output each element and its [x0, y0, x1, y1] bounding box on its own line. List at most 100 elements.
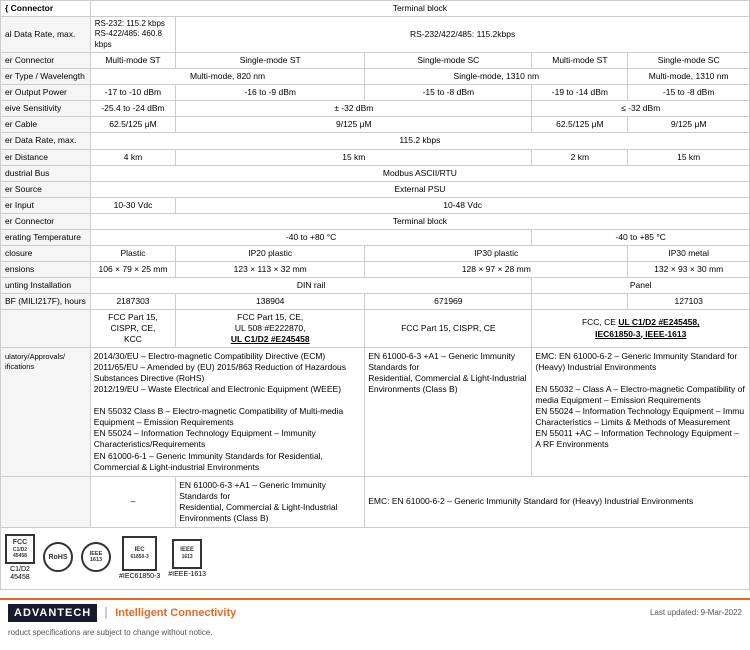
spec-table: { Connector Terminal block al Data Rate,… — [0, 0, 750, 528]
iec-logo-label: #IEC61850-3 — [119, 573, 160, 580]
cell-value: 138904 — [176, 293, 365, 309]
row-label: er Output Power — [1, 85, 91, 101]
cell-value: -16 to -9 dBm — [176, 85, 365, 101]
ieee-square-logo: IEEE 1613 #IEEE-1613 — [168, 539, 206, 578]
table-row: er Cable 62.5/125 μM 9/125 μM 62.5/125 μ… — [1, 117, 750, 133]
cell-value: 4 km — [90, 149, 175, 165]
fcc-logo: FCC C1/D2 45458 C1/D245458 — [5, 534, 35, 583]
cell-value: – — [90, 476, 175, 527]
cell-value: -40 to +85 °C — [532, 229, 750, 245]
ieee-1613-logo: IEEE 1613 — [81, 542, 111, 574]
cell-value: Terminal block — [90, 213, 749, 229]
table-row: er Type / Wavelength Multi-mode, 820 nm … — [1, 69, 750, 85]
row-label: ulatory/Approvals/ifications — [1, 348, 91, 477]
cell-value: 671969 — [365, 293, 532, 309]
cell-value: Modbus ASCII/RTU — [90, 165, 749, 181]
cell-value: 15 km — [628, 149, 750, 165]
table-row: eive Sensitivity -25.4 to -24 dBm ± -32 … — [1, 101, 750, 117]
cell-value: Panel — [532, 277, 750, 293]
cell-value: -15 to -8 dBm — [628, 85, 750, 101]
cell-value: DIN rail — [90, 277, 532, 293]
table-row: er Input 10-30 Vdc 10-48 Vdc — [1, 197, 750, 213]
cell-value: FCC Part 15, CE,UL 508 #E222870,UL C1/D2… — [176, 309, 365, 347]
cell-value: ≤ -32 dBm — [532, 101, 750, 117]
ieee-square-logo-label: #IEEE-1613 — [168, 571, 206, 578]
cell-value: IP30 metal — [628, 245, 750, 261]
row-label: er Cable — [1, 117, 91, 133]
cell-value: Multi-mode, 820 nm — [90, 69, 364, 85]
cell-value: ± -32 dBm — [176, 101, 532, 117]
cell-value: Terminal block — [90, 1, 749, 17]
table-row: BF (MILI217F), hours 2187303 138904 6719… — [1, 293, 750, 309]
cell-value: IP30 plastic — [365, 245, 628, 261]
row-label: erating Temperature — [1, 229, 91, 245]
cell-value: 2187303 — [90, 293, 175, 309]
table-row: closure Plastic IP20 plastic IP30 plasti… — [1, 245, 750, 261]
table-row: al Data Rate, max. RS-232: 115.2 kbpsRS-… — [1, 17, 750, 53]
cell-value: Multi-mode ST — [90, 53, 175, 69]
table-row: er Source External PSU — [1, 181, 750, 197]
cell-value: RS-232/422/485: 115.2kbps — [176, 17, 750, 53]
row-label: er Data Rate, max. — [1, 133, 91, 149]
cell-value: Multi-mode ST — [532, 53, 628, 69]
cell-value: 123 × 113 × 32 mm — [176, 261, 365, 277]
cell-value: -19 to -14 dBm — [532, 85, 628, 101]
cell-value: -40 to +80 °C — [90, 229, 532, 245]
cell-value — [532, 293, 628, 309]
cell-value: EMC: EN 61000-6-2 – Generic Immunity Sta… — [365, 476, 750, 527]
row-label — [1, 476, 91, 527]
table-row: er Distance 4 km 15 km 2 km 15 km — [1, 149, 750, 165]
table-row: unting Installation DIN rail Panel — [1, 277, 750, 293]
table-row: erating Temperature -40 to +80 °C -40 to… — [1, 229, 750, 245]
table-row: dustrial Bus Modbus ASCII/RTU — [1, 165, 750, 181]
iec-logo-icon: IEC 61850-3 — [122, 536, 157, 571]
row-label: er Source — [1, 181, 91, 197]
cell-value: 9/125 μM — [176, 117, 532, 133]
cell-value: EN 61000-6-3 +A1 – Generic Immunity Stan… — [365, 348, 532, 477]
cell-value: 62.5/125 μM — [532, 117, 628, 133]
ieee-square-logo-icon: IEEE 1613 — [172, 539, 202, 569]
row-label: eive Sensitivity — [1, 101, 91, 117]
cell-value: 9/125 μM — [628, 117, 750, 133]
table-row: { Connector Terminal block — [1, 1, 750, 17]
cell-value: Single-mode ST — [176, 53, 365, 69]
row-label: dustrial Bus — [1, 165, 91, 181]
cell-value: 2014/30/EU – Electro-magnetic Compatibil… — [90, 348, 364, 477]
row-label — [1, 309, 91, 347]
footer-bar: ADVANTECH Intelligent Connectivity Last … — [0, 598, 750, 626]
cell-value: EN 61000-6-3 +A1 – Generic Immunity Stan… — [176, 476, 365, 527]
fcc-logo-icon: FCC C1/D2 45458 — [5, 534, 35, 564]
cell-value: IP20 plastic — [176, 245, 365, 261]
footer: ADVANTECH Intelligent Connectivity Last … — [0, 598, 750, 641]
table-row: er Output Power -17 to -10 dBm -16 to -9… — [1, 85, 750, 101]
row-label: er Connector — [1, 213, 91, 229]
cell-value: 10-48 Vdc — [176, 197, 750, 213]
cell-value: 106 × 79 × 25 mm — [90, 261, 175, 277]
brand-section: ADVANTECH Intelligent Connectivity — [8, 604, 236, 622]
tagline: Intelligent Connectivity — [105, 607, 236, 619]
cell-value: 127103 — [628, 293, 750, 309]
row-label: er Type / Wavelength — [1, 69, 91, 85]
cell-value: Single-mode SC — [365, 53, 532, 69]
advantech-logo: ADVANTECH — [8, 604, 97, 622]
cell-value: External PSU — [90, 181, 749, 197]
row-label: er Input — [1, 197, 91, 213]
row-label: unting Installation — [1, 277, 91, 293]
table-row: er Connector Multi-mode ST Single-mode S… — [1, 53, 750, 69]
cell-value: Single-mode SC — [628, 53, 750, 69]
row-label: er Connector — [1, 53, 91, 69]
rohs-logo-icon: RoHS — [43, 542, 73, 572]
fcc-logo-label: C1/D245458 — [10, 566, 30, 583]
row-label: closure — [1, 245, 91, 261]
cell-value: RS-232: 115.2 kbpsRS-422/485: 460.8 kbps — [90, 17, 175, 53]
table-row: er Data Rate, max. 115.2 kbps — [1, 133, 750, 149]
cell-value: -25.4 to -24 dBm — [90, 101, 175, 117]
logos-section: FCC C1/D2 45458 C1/D245458 RoHS IEEE 161… — [0, 528, 750, 590]
row-label: BF (MILI217F), hours — [1, 293, 91, 309]
row-label: { Connector — [1, 1, 91, 17]
cell-value: FCC, CE UL C1/D2 #E245458,IEC61850-3, IE… — [532, 309, 750, 347]
cell-value: Multi-mode, 1310 nm — [628, 69, 750, 85]
table-row: er Connector Terminal block — [1, 213, 750, 229]
iec-logo: IEC 61850-3 #IEC61850-3 — [119, 536, 160, 580]
cell-value: FCC Part 15, CISPR, CE — [365, 309, 532, 347]
